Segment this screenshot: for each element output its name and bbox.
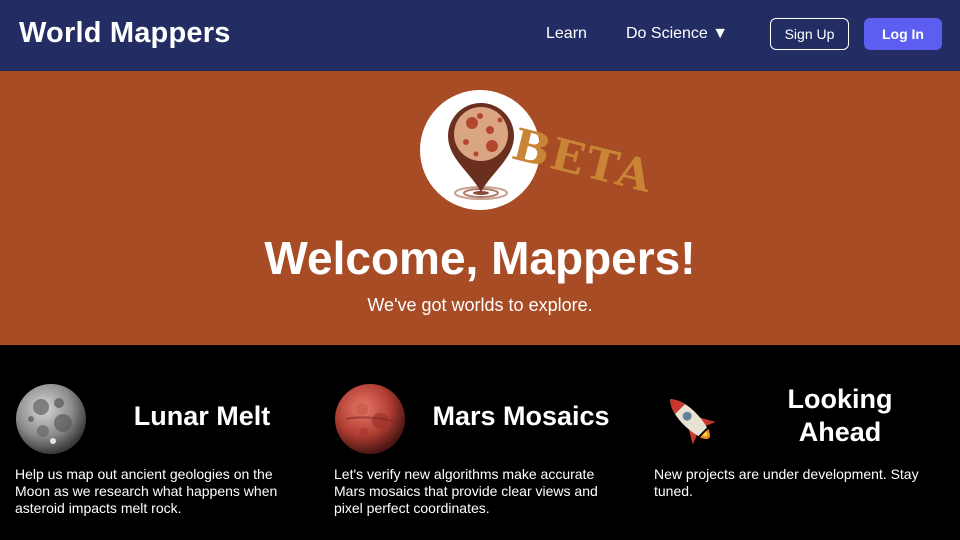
card-title: Looking Ahead [787,384,893,447]
card-mars-mosaics[interactable]: Mars Mosaics Let's verify new algorithms… [334,345,634,540]
nav-link-learn[interactable]: Learn [546,25,587,43]
sign-up-button[interactable]: Sign Up [770,18,849,50]
brand-logo-text[interactable]: World Mappers [19,17,231,50]
beta-badge: BETA [507,119,658,203]
nav-dropdown-do-science[interactable]: Do Science ▼ [626,25,728,43]
card-title: Lunar Melt [133,401,271,431]
moon-icon [16,384,86,454]
mars-icon [335,384,405,454]
card-title: Mars Mosaics [432,401,610,431]
card-lunar-melt[interactable]: Lunar Melt Help us map out ancient geolo… [15,345,315,540]
world-mappers-logo: BETA [420,90,659,210]
card-description: Help us map out ancient geologies on the… [15,466,278,516]
hero-banner: BETA Welcome, Mappers! We've got worlds … [0,71,960,345]
project-cards: Lunar Melt Help us map out ancient geolo… [0,345,960,540]
log-in-button[interactable]: Log In [864,18,942,50]
card-description: New projects are under development. Stay… [654,466,919,499]
card-looking-ahead[interactable]: Looking Ahead New projects are under dev… [654,345,954,540]
rocket-icon [670,399,716,445]
navbar: World Mappers Learn Do Science ▼ Sign Up… [0,0,960,71]
hero-title: Welcome, Mappers! [264,232,696,284]
hero-subtitle: We've got worlds to explore. [367,295,593,315]
card-description: Let's verify new algorithms make accurat… [334,466,598,516]
